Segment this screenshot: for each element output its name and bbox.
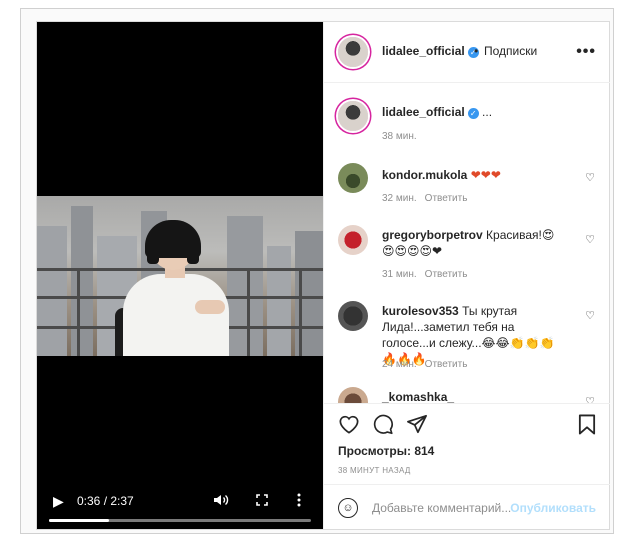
commenter-avatar[interactable] xyxy=(338,387,368,403)
caption-text: ... xyxy=(482,105,493,119)
publish-button[interactable]: Опубликовать xyxy=(510,501,596,515)
separator-dot: • xyxy=(474,44,479,58)
post-time: 38 МИНУТ НАЗАД xyxy=(338,466,411,475)
video-frame xyxy=(37,196,323,356)
comment-meta: 31 мин. Ответить xyxy=(382,269,468,280)
like-comment-icon[interactable]: ♡ xyxy=(585,233,595,246)
post-actions: Просмотры: 814 38 МИНУТ НАЗАД ☺ Добавьте… xyxy=(324,403,610,530)
reply-button[interactable]: Ответить xyxy=(425,359,468,370)
avatar[interactable] xyxy=(338,37,368,67)
play-icon[interactable]: ▶ xyxy=(53,493,64,509)
commenter-avatar[interactable] xyxy=(338,163,368,193)
video-player[interactable]: ▶ 0:36 / 2:37 xyxy=(37,22,323,529)
post-header: lidalee_official ✓ • Подписки ••• xyxy=(324,22,610,83)
comment-meta: 32 мин. Ответить xyxy=(382,193,468,204)
header-username[interactable]: lidalee_official ✓ xyxy=(382,44,479,58)
comment-text: kurolesov353 Ты крутая Лида!...заметил т… xyxy=(382,304,555,366)
comments-list[interactable]: lidalee_official ✓ ... 38 мин. kondor.muk… xyxy=(324,83,610,403)
more-options-icon[interactable]: ••• xyxy=(576,43,596,61)
video-time: 0:36 / 2:37 xyxy=(77,494,134,508)
comment-text: _komashka_ xyxy=(382,390,455,403)
add-comment-bar: ☺ Добавьте комментарий... Опубликовать xyxy=(324,484,610,531)
like-comment-icon[interactable]: ♡ xyxy=(585,395,595,403)
video-progress-bar[interactable] xyxy=(49,519,311,522)
video-controls: ▶ 0:36 / 2:37 xyxy=(37,483,323,529)
commenter-avatar[interactable] xyxy=(338,225,368,255)
comment-icon[interactable] xyxy=(372,414,394,440)
verified-icon: ✓ xyxy=(467,108,479,119)
comment-input[interactable]: Добавьте комментарий... xyxy=(372,501,511,515)
caption-username[interactable]: lidalee_official ✓ ... xyxy=(382,105,492,119)
share-icon[interactable] xyxy=(406,414,428,439)
comment-text: gregoryborpetrov Красивая!😍😍😍😍😍❤ xyxy=(382,228,555,258)
emoji-icon[interactable]: ☺ xyxy=(338,498,358,518)
comment-text: kondor.mukola ❤❤❤ xyxy=(382,168,501,182)
caption-time: 38 мин. xyxy=(382,131,417,142)
follow-status-button[interactable]: Подписки xyxy=(484,44,537,58)
caption-avatar[interactable] xyxy=(338,101,368,131)
person xyxy=(123,274,229,356)
like-comment-icon[interactable]: ♡ xyxy=(585,309,595,322)
instagram-post: ▶ 0:36 / 2:37 lidalee_official ✓ • Подпис… xyxy=(36,21,610,530)
bookmark-icon[interactable] xyxy=(578,414,596,440)
vertical-dots-icon[interactable] xyxy=(297,493,301,510)
like-comment-icon[interactable]: ♡ xyxy=(585,171,595,184)
fullscreen-icon[interactable] xyxy=(256,493,268,509)
heart-icon[interactable] xyxy=(338,414,360,439)
video-progress-fill xyxy=(49,519,110,522)
volume-icon[interactable] xyxy=(213,493,229,510)
reply-button[interactable]: Ответить xyxy=(425,269,468,280)
views-count[interactable]: Просмотры: 814 xyxy=(338,444,434,458)
reply-button[interactable]: Ответить xyxy=(425,193,468,204)
comment-meta: 24 мин. Ответить xyxy=(382,359,468,370)
post-sidebar: lidalee_official ✓ • Подписки ••• lidalee… xyxy=(323,22,610,529)
commenter-avatar[interactable] xyxy=(338,301,368,331)
